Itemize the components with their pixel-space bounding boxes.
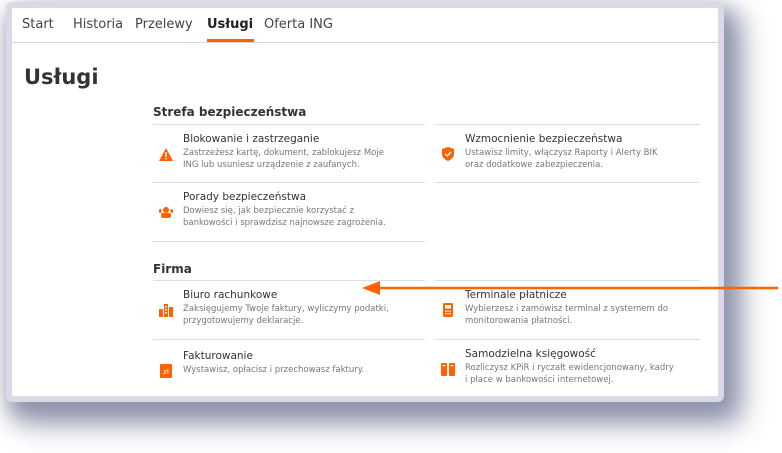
divider [153,182,425,183]
service-description: Wybierzesz i zamówisz terminal z systeme… [465,304,669,326]
nav-przelewy[interactable]: Przelewy [135,17,193,32]
service-wzmocnienie[interactable]: Wzmocnienie bezpieczeństwa Ustawisz limi… [435,133,671,181]
service-title: Samodzielna księgowość [465,348,596,360]
section-title-firma: Firma [153,262,192,276]
service-title: Biuro rachunkowe [183,289,278,301]
divider [435,124,700,125]
service-description: Zastrzeżesz kartę, dokument, zablokujesz… [183,148,384,170]
page-title: Usługi [24,65,99,89]
service-description: Dowiesz się, jak bezpiecznie korzystać z… [183,206,386,228]
service-description: Rozliczysz KPiR i ryczałt ewidencjonowan… [465,363,674,385]
accounting-office-icon [159,303,173,317]
service-title: Porady bezpieczeństwa [183,191,307,203]
divider [153,124,425,125]
invoice-icon: zł [159,364,173,378]
annotation-arrow [362,281,778,295]
service-blokowanie[interactable]: Blokowanie i zastrzeganie Zastrzeżesz ka… [153,133,389,181]
nav-historia[interactable]: Historia [73,17,123,32]
service-title: Blokowanie i zastrzeganie [183,133,320,145]
svg-text:zł: zł [163,368,169,376]
service-porady[interactable]: Porady bezpieczeństwa Dowiesz się, jak b… [153,191,389,239]
section-title-security: Strefa bezpieczeństwa [153,105,307,119]
top-navigation: Start Historia Przelewy Usługi Oferta IN… [12,8,718,43]
service-samodzielna-ksiegowosc[interactable]: Samodzielna księgowość Rozliczysz KPiR i… [435,348,674,396]
service-biuro-rachunkowe[interactable]: Biuro rachunkowe Zaksięgujemy Twoje fakt… [153,289,389,337]
service-title: Fakturowanie [183,350,253,362]
nav-oferta-ing[interactable]: Oferta ING [264,17,333,32]
shield-icon [441,147,455,161]
divider [435,339,700,340]
service-title: Wzmocnienie bezpieczeństwa [465,133,623,145]
payment-terminal-icon [441,303,455,317]
warning-icon [159,147,173,161]
nav-start[interactable]: Start [22,17,54,32]
service-description: Wystawisz, opłacisz i przechowasz faktur… [183,365,365,375]
divider [435,182,700,183]
bookkeeping-icon [441,362,455,376]
nav-uslugi[interactable]: Usługi [207,17,253,32]
divider [153,241,425,242]
service-description: Zaksięgujemy Twoje faktury, wyliczymy po… [183,304,389,326]
advice-icon [159,205,173,219]
service-description: Ustawisz limity, włączysz Raporty i Aler… [465,148,658,170]
divider [153,339,425,340]
service-fakturowanie[interactable]: zł Fakturowanie Wystawisz, opłacisz i pr… [153,350,389,390]
active-tab-indicator [207,39,254,42]
app-window: Start Historia Przelewy Usługi Oferta IN… [12,8,718,396]
